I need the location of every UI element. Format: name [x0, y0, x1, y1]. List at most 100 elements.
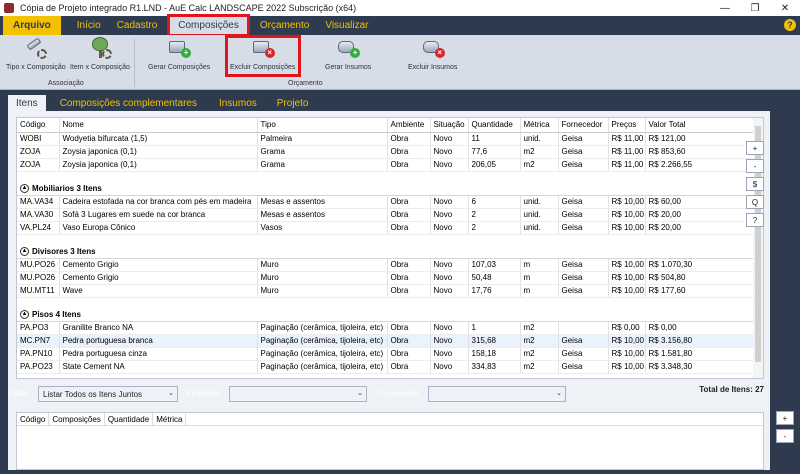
group-header-row[interactable]: ▲ Pisos 4 Itens — [17, 305, 754, 322]
cell-valor-total[interactable]: R$ 853,60 — [645, 145, 755, 159]
tab-itens[interactable]: Itens — [8, 95, 46, 111]
cell-precos[interactable]: R$ 10,00 — [608, 271, 646, 285]
cell-codigo[interactable]: MA.VA30 — [17, 208, 60, 222]
cell-tipo[interactable]: Grama — [257, 145, 388, 159]
cell-nome[interactable]: Cadeira estofada na cor branca com pés e… — [59, 195, 258, 209]
cell-precos[interactable]: R$ 10,00 — [608, 284, 646, 298]
cell-metrica[interactable]: m2 — [520, 347, 559, 361]
tipo-x-composicao-button[interactable]: Tipo x Composição — [6, 37, 66, 71]
table-row[interactable]: ZOJA Zoysia japonica (0,1) Grama Obra Novo 77… — [17, 145, 755, 159]
cell-metrica[interactable]: m — [520, 271, 559, 285]
cell-codigo[interactable]: ZOJA — [17, 145, 60, 159]
cell-precos[interactable]: R$ 11,00 — [608, 132, 646, 146]
table-row[interactable]: MA.VA34 Cadeira estofada na cor branca co… — [17, 195, 755, 209]
cell-valor-total[interactable]: R$ 3.156,80 — [645, 334, 755, 348]
cell-valor-total[interactable]: R$ 121,00 — [645, 132, 755, 146]
tab-arquivo[interactable]: Arquivo — [3, 16, 61, 35]
ambiente-dropdown[interactable]: ⌄ — [229, 386, 367, 402]
group-header[interactable]: ▲ Mobiliarios 3 Itens — [17, 179, 754, 196]
table-row[interactable]: PA.PO23 State Cement NA Paginação (cerâmic… — [17, 360, 755, 374]
cell-valor-total[interactable]: R$ 177,60 — [645, 284, 755, 298]
cell-nome[interactable]: Vaso Europa Cônico — [59, 221, 258, 235]
gerar-composicoes-button[interactable]: + Gerar Composições — [148, 37, 210, 71]
cell-precos[interactable]: R$ 11,00 — [608, 158, 646, 172]
cell-situacao[interactable]: Novo — [430, 347, 469, 361]
maximize-button[interactable]: ❐ — [740, 0, 770, 16]
collapse-icon[interactable]: ▲ — [20, 246, 29, 256]
cell-situacao[interactable]: Novo — [430, 221, 469, 235]
add-composition-button[interactable]: + — [776, 411, 794, 425]
cell-precos[interactable]: R$ 10,00 — [608, 195, 646, 209]
cell-tipo[interactable]: Mesas e assentos — [257, 195, 388, 209]
tab-composicoes-complementares[interactable]: Composições complementares — [52, 95, 205, 111]
cell-quantidade[interactable]: 6 — [468, 195, 521, 209]
cell-codigo[interactable]: MU.PO26 — [17, 258, 60, 272]
cell-codigo[interactable]: PA.PO3 — [17, 321, 60, 335]
cell-quantidade[interactable]: 17,76 — [468, 284, 521, 298]
collapse-icon[interactable]: ▲ — [20, 309, 29, 319]
table-row[interactable]: MA.VA30 Sofá 3 Lugares em suede na cor br… — [17, 208, 755, 222]
cell-fornecedor[interactable]: Geisa — [558, 132, 609, 146]
cell-situacao[interactable]: Novo — [430, 271, 469, 285]
cell-situacao[interactable]: Novo — [430, 195, 469, 209]
group-header[interactable]: ▲ Pisos 4 Itens — [17, 305, 754, 322]
cell-metrica[interactable]: m — [520, 284, 559, 298]
cell-nome[interactable]: Granilite Branco NA — [59, 321, 258, 335]
table-row[interactable]: MC.PN7 Pedra portuguesa branca Paginação (… — [17, 334, 755, 348]
cell-quantidade[interactable]: 2 — [468, 221, 521, 235]
cell-codigo[interactable]: ZOJA — [17, 158, 60, 172]
col-header-ambiente[interactable]: Ambiente — [387, 118, 431, 133]
cell-nome[interactable]: Pedra portuguesa cinza — [59, 347, 258, 361]
cell-nome[interactable]: Pedra portuguesa branca — [59, 334, 258, 348]
tab-cadastro[interactable]: Cadastro — [109, 16, 166, 35]
col-header-fornecedor[interactable]: Fornecedor — [558, 118, 609, 133]
cell-fornecedor[interactable]: Geisa — [558, 271, 609, 285]
cell-metrica[interactable]: m2 — [520, 145, 559, 159]
cell-metrica[interactable]: m2 — [520, 360, 559, 374]
cell-tipo[interactable]: Paginação (cerâmica, tijoleira, etc) — [257, 334, 388, 348]
cell-valor-total[interactable]: R$ 504,80 — [645, 271, 755, 285]
col-header-metrica[interactable]: Métrica — [153, 413, 187, 425]
cell-valor-total[interactable]: R$ 3.348,30 — [645, 360, 755, 374]
cell-ambiente[interactable]: Obra — [387, 360, 431, 374]
cell-tipo[interactable]: Palmeira — [257, 132, 388, 146]
gerar-insumos-button[interactable]: + Gerar Insumos — [325, 37, 371, 71]
cell-precos[interactable]: R$ 10,00 — [608, 347, 646, 361]
cell-codigo[interactable]: MU.PO26 — [17, 271, 60, 285]
cell-fornecedor[interactable]: Geisa — [558, 284, 609, 298]
cell-nome[interactable]: Wave — [59, 284, 258, 298]
cell-ambiente[interactable]: Obra — [387, 221, 431, 235]
col-header-tipo[interactable]: Tipo — [257, 118, 388, 133]
cell-nome[interactable]: State Cement NA — [59, 360, 258, 374]
cell-valor-total[interactable]: R$ 20,00 — [645, 221, 755, 235]
group-header[interactable]: ▲ Divisores 3 Itens — [17, 242, 754, 259]
add-item-button[interactable]: + — [746, 141, 764, 155]
cell-fornecedor[interactable]: Geisa — [558, 347, 609, 361]
cell-tipo[interactable]: Mesas e assentos — [257, 208, 388, 222]
cell-metrica[interactable]: unid. — [520, 208, 559, 222]
cell-quantidade[interactable]: 1 — [468, 321, 521, 335]
cell-ambiente[interactable]: Obra — [387, 334, 431, 348]
cell-situacao[interactable]: Novo — [430, 360, 469, 374]
cell-fornecedor[interactable]: Geisa — [558, 208, 609, 222]
col-header-codigo[interactable]: Código — [17, 413, 50, 425]
col-header-valor-total[interactable]: Valor Total — [645, 118, 755, 133]
cell-tipo[interactable]: Paginação (cerâmica, tijoleira, etc) — [257, 360, 388, 374]
tab-composicoes[interactable]: Composições — [167, 14, 250, 37]
cell-quantidade[interactable]: 206,05 — [468, 158, 521, 172]
cell-tipo[interactable]: Vasos — [257, 221, 388, 235]
cell-codigo[interactable]: MU.MT11 — [17, 284, 60, 298]
table-row[interactable]: MU.PO26 Cemento Grigio Muro Obra Novo 50,48 m G… — [17, 271, 755, 285]
cell-metrica[interactable]: unid. — [520, 221, 559, 235]
cell-ambiente[interactable]: Obra — [387, 145, 431, 159]
cell-quantidade[interactable]: 11 — [468, 132, 521, 146]
cell-fornecedor[interactable] — [558, 321, 609, 335]
tab-orcamento[interactable]: Orçamento — [252, 16, 317, 35]
tab-insumos[interactable]: Insumos — [211, 95, 265, 111]
cell-metrica[interactable]: unid. — [520, 132, 559, 146]
cell-fornecedor[interactable]: Geisa — [558, 258, 609, 272]
cell-ambiente[interactable]: Obra — [387, 284, 431, 298]
cell-precos[interactable]: R$ 10,00 — [608, 334, 646, 348]
cell-quantidade[interactable]: 77,6 — [468, 145, 521, 159]
cell-tipo[interactable]: Paginação (cerâmica, tijoleira, etc) — [257, 321, 388, 335]
